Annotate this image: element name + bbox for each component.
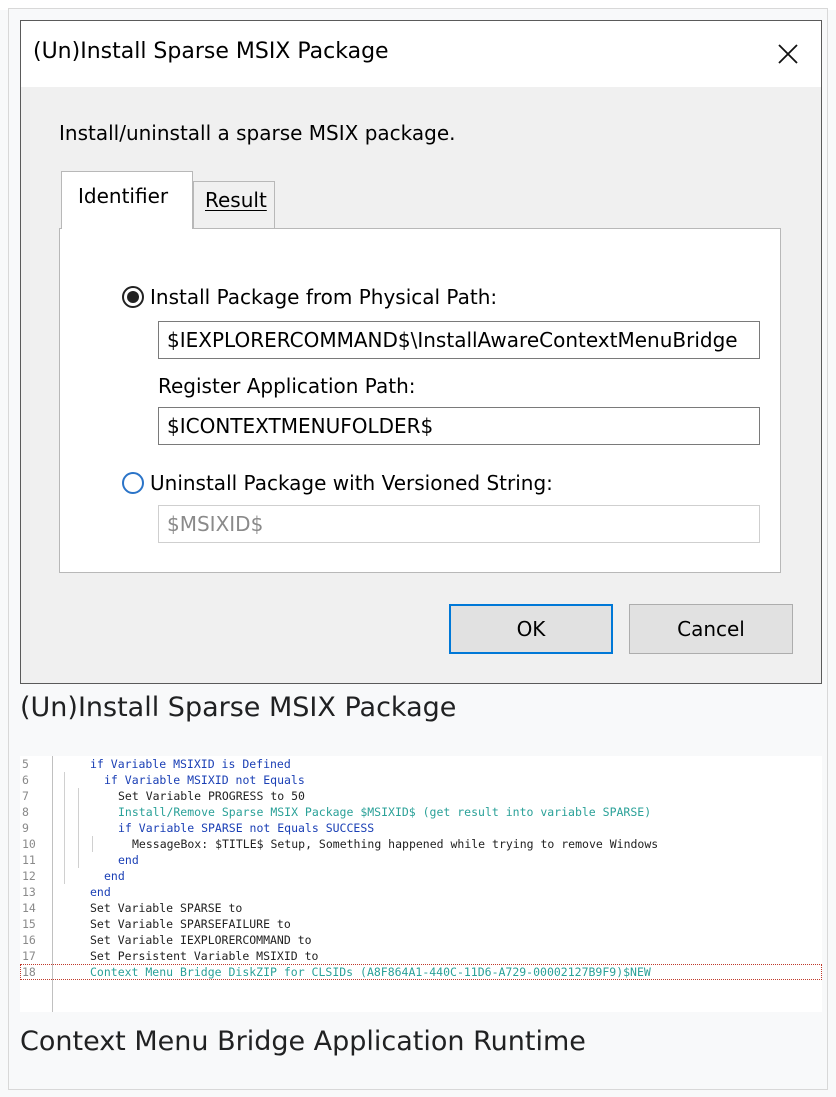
code-line[interactable]: 13 end <box>20 884 822 900</box>
indent-guide <box>78 804 79 820</box>
physical-path-value: $IEXPLORERCOMMAND$\InstallAwareContextMe… <box>167 328 738 352</box>
line-number: 11 <box>22 853 36 867</box>
indent-guide <box>64 836 65 852</box>
code-text: end <box>118 853 139 867</box>
uninstall-option-label: Uninstall Package with Versioned String: <box>150 471 553 495</box>
code-text: Set Variable SPARSEFAILURE to <box>90 917 291 931</box>
line-number: 5 <box>22 757 29 771</box>
code-text: if Variable SPARSE not Equals SUCCESS <box>118 821 375 835</box>
line-number: 6 <box>22 773 29 787</box>
indent-guide <box>64 772 65 788</box>
install-radio[interactable] <box>122 286 144 308</box>
indent-guide <box>92 836 93 852</box>
code-text: Set Variable IEXPLORERCOMMAND to <box>90 933 312 947</box>
code-line[interactable]: 5 if Variable MSIXID is Defined <box>20 756 822 772</box>
line-number: 9 <box>22 821 29 835</box>
line-number: 13 <box>22 885 36 899</box>
register-path-label: Register Application Path: <box>158 374 416 398</box>
code-line[interactable]: 10 MessageBox: $TITLE$ Setup, Something h… <box>20 836 822 852</box>
line-number: 14 <box>22 901 36 915</box>
indent-guide <box>64 852 65 868</box>
register-path-value: $ICONTEXTMENUFOLDER$ <box>167 414 434 438</box>
line-number: 10 <box>22 837 36 851</box>
indent-guide <box>78 836 79 852</box>
line-number: 8 <box>22 805 29 819</box>
code-line[interactable]: 9 if Variable SPARSE not Equals SUCCESS <box>20 820 822 836</box>
code-line[interactable]: 15 Set Variable SPARSEFAILURE to <box>20 916 822 932</box>
code-line[interactable]: 11 end <box>20 852 822 868</box>
indent-guide <box>64 868 65 884</box>
script-listing: 5 if Variable MSIXID is Defined 6 if Variab… <box>20 756 822 1012</box>
dialog-title: (Un)Install Sparse MSIX Package <box>33 39 389 64</box>
line-number: 7 <box>22 789 29 803</box>
code-text: end <box>90 885 111 899</box>
uninstall-option[interactable]: Uninstall Package with Versioned String: <box>122 471 553 495</box>
close-button[interactable] <box>763 29 813 79</box>
identifier-panel: Install Package from Physical Path: $IEX… <box>59 228 781 573</box>
indent-guide <box>78 820 79 836</box>
code-caption: Context Menu Bridge Application Runtime <box>20 1026 586 1057</box>
line-number: 17 <box>22 949 36 963</box>
code-line[interactable]: 12 end <box>20 868 822 884</box>
install-option[interactable]: Install Package from Physical Path: <box>122 285 497 309</box>
code-text: Set Persistent Variable MSIXID to <box>90 949 319 963</box>
code-text: if Variable MSIXID not Equals <box>104 773 305 787</box>
indent-guide <box>78 788 79 804</box>
code-line[interactable]: 8 Install/Remove Sparse MSIX Package $MSI… <box>20 804 822 820</box>
uninstall-radio[interactable] <box>122 472 144 494</box>
code-line[interactable]: 16 Set Variable IEXPLORERCOMMAND to <box>20 932 822 948</box>
code-text: end <box>104 869 125 883</box>
versioned-string-input[interactable]: $MSIXID$ <box>158 505 760 543</box>
indent-guide <box>64 820 65 836</box>
code-text: Set Variable SPARSE to <box>90 901 243 915</box>
msix-dialog: (Un)Install Sparse MSIX Package Install/… <box>20 20 822 684</box>
cancel-button[interactable]: Cancel <box>629 604 793 654</box>
code-line[interactable]: 7 Set Variable PROGRESS to 50 <box>20 788 822 804</box>
line-number: 16 <box>22 933 36 947</box>
register-path-input[interactable]: $ICONTEXTMENUFOLDER$ <box>158 407 760 445</box>
tab-identifier[interactable]: Identifier <box>61 171 193 229</box>
code-text: Set Variable PROGRESS to 50 <box>118 789 305 803</box>
versioned-string-value: $MSIXID$ <box>167 512 264 536</box>
code-line[interactable]: 18 Context Menu Bridge DiskZIP for CLSIDs… <box>20 964 822 980</box>
tab-identifier-label: Identifier <box>78 184 169 208</box>
install-option-label: Install Package from Physical Path: <box>150 285 498 309</box>
title-bar: (Un)Install Sparse MSIX Package <box>21 21 821 87</box>
line-number: 18 <box>22 965 36 979</box>
code-line[interactable]: 17 Set Persistent Variable MSIXID to <box>20 948 822 964</box>
ok-button[interactable]: OK <box>449 604 613 654</box>
code-text: Install/Remove Sparse MSIX Package $MSIX… <box>118 805 652 819</box>
indent-guide <box>64 804 65 820</box>
code-text: Context Menu Bridge DiskZIP for CLSIDs (… <box>90 965 651 979</box>
indent-guide <box>78 852 79 868</box>
code-line[interactable]: 6 if Variable MSIXID not Equals <box>20 772 822 788</box>
physical-path-input[interactable]: $IEXPLORERCOMMAND$\InstallAwareContextMe… <box>158 321 760 359</box>
tab-result-label: Result <box>205 188 267 212</box>
indent-guide <box>64 788 65 804</box>
dialog-description: Install/uninstall a sparse MSIX package. <box>59 121 456 145</box>
code-text: MessageBox: $TITLE$ Setup, Something hap… <box>132 837 659 851</box>
tab-result[interactable]: Result <box>193 181 275 229</box>
code-line[interactable]: 14 Set Variable SPARSE to <box>20 900 822 916</box>
line-number: 12 <box>22 869 36 883</box>
code-text: if Variable MSIXID is Defined <box>90 757 291 771</box>
close-icon <box>778 44 798 64</box>
dialog-caption: (Un)Install Sparse MSIX Package <box>20 692 457 723</box>
line-number: 15 <box>22 917 36 931</box>
